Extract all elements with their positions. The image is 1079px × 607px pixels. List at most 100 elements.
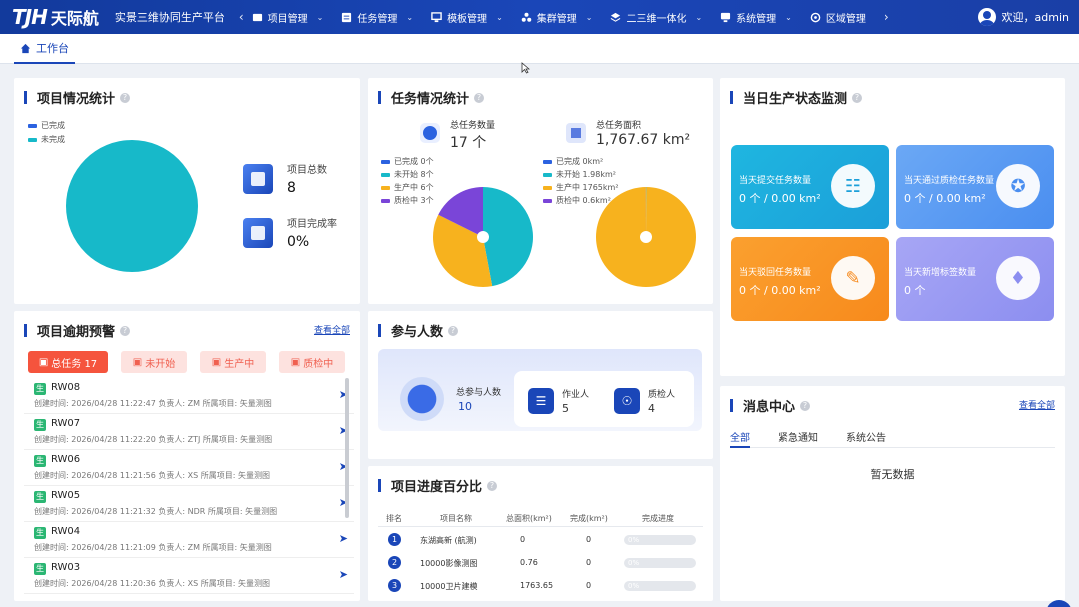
logo-mark: TJH [12, 5, 48, 29]
legend-item: 未开始 1.98km² [543, 169, 616, 180]
cell-total: 0 [520, 535, 526, 544]
monitor-label: 当天驳回任务数量 [739, 268, 812, 278]
list-item[interactable]: 生 RW03 创建时间: 2026/04/28 11:20:36 负责人: XS 所… [24, 558, 354, 594]
monitor-card-rejected[interactable]: 当天驳回任务数量 0 个 / 0.00 km² ✎ [731, 237, 889, 321]
stat-label: 项目总数 [287, 165, 327, 176]
list-scrollbar[interactable] [345, 378, 349, 518]
nav-item-task[interactable]: 任务管理 ⌄ [341, 10, 413, 25]
status-badge: 生 [34, 527, 46, 539]
nav-item-template[interactable]: 模板管理 ⌄ [431, 10, 503, 25]
rocket-icon[interactable]: ➤ [339, 532, 348, 545]
col-total-area: 总面积(km²) [506, 514, 552, 523]
help-icon[interactable]: ? [120, 325, 131, 336]
help-icon[interactable]: ? [474, 92, 485, 103]
qc-label: 质检人 [648, 390, 676, 400]
cluster-icon [521, 12, 532, 22]
help-icon[interactable]: ? [487, 480, 498, 491]
task-name: RW04 [51, 526, 81, 537]
file-icon: ▣ [132, 356, 143, 368]
tab-workbench[interactable]: 工作台 [14, 34, 75, 64]
monitor-label: 当天提交任务数量 [739, 176, 812, 186]
list-item[interactable]: 生 RW07 创建时间: 2026/04/28 11:22:20 负责人: ZTJ … [24, 414, 354, 450]
cell-total: 1763.65 [520, 581, 554, 590]
help-icon[interactable]: ? [448, 325, 459, 336]
task-icon [342, 12, 352, 22]
avatar [977, 8, 996, 26]
overdue-warning-card: 项目逾期预警? 查看全部 ▣ 总任务 17 ▣ 未开始 ▣ 生产中 ▣ 质检中 生 RW0… [14, 311, 360, 601]
filter-in-production-button[interactable]: ▣ 生产中 [200, 351, 266, 373]
message-tab-all[interactable]: 全部 [730, 429, 750, 444]
monitor-card-new-tags[interactable]: 当天新增标签数量 0 个 ♦ [896, 237, 1054, 321]
legend-undone: 未完成 [28, 134, 65, 145]
project-rate-stat: 项目完成率 0% [243, 215, 337, 250]
shield-icon: ☉ [614, 388, 640, 414]
worker-label: 作业人 [562, 390, 590, 400]
filter-not-started-button[interactable]: ▣ 未开始 [121, 351, 187, 373]
qc-stat: ☉ 质检人 4 [614, 387, 675, 415]
chevron-down-icon: ⌄ [585, 12, 593, 22]
list-item[interactable]: 生 RW04 创建时间: 2026/04/28 11:21:09 负责人: ZM 所… [24, 522, 354, 558]
card-title: 项目情况统计? [24, 88, 131, 107]
help-icon[interactable]: ? [852, 92, 863, 103]
project-total-stat: 项目总数 8 [243, 161, 327, 196]
nav-scroll-right-icon[interactable]: › [884, 10, 889, 24]
message-tab-announcement[interactable]: 系统公告 [846, 429, 886, 444]
cell-total: 0.76 [520, 558, 538, 567]
task-count-label: 总任务数量 [450, 121, 496, 131]
monitor-card-submitted[interactable]: 当天提交任务数量 0 个 / 0.00 km² ☷ [731, 145, 889, 229]
help-icon[interactable]: ? [800, 400, 811, 411]
help-icon[interactable]: ? [120, 92, 131, 103]
nav-item-cluster[interactable]: 集群管理 ⌄ [521, 10, 593, 25]
list-item[interactable]: 生 RW06 创建时间: 2026/04/28 11:21:56 负责人: XS 所… [24, 450, 354, 486]
list-item[interactable]: 生 RW08 创建时间: 2026/04/28 11:22:47 负责人: ZM 所… [24, 378, 354, 414]
legend-item: 未开始 8个 [381, 169, 434, 180]
col-done-area: 完成(km²) [570, 514, 608, 523]
nav-label: 系统管理 [736, 13, 777, 25]
project-stats-card: 项目情况统计? 已完成 未完成 项目总数 8 项目完成率 0% [14, 78, 360, 304]
main-nav: 项目管理 ⌄ 任务管理 ⌄ 模板管理 ⌄ 集群管理 ⌄ 二三维一体化 ⌄ 系统管理 ⌄ 区域… [252, 10, 889, 25]
cell-name: 10000影像测图 [420, 559, 478, 568]
pie-chart-icon [420, 123, 440, 143]
user-menu[interactable]: 欢迎，admin [977, 0, 1069, 34]
card-title: 当日生产状态监测? [730, 88, 863, 107]
status-badge: 生 [34, 455, 46, 467]
nav-item-region[interactable]: 区域管理 [810, 10, 866, 25]
tab-indicator [730, 446, 750, 448]
message-center-card: 消息中心? 查看全部 全部 紧急通知 系统公告 暂无数据 [720, 386, 1065, 601]
filter-in-qc-button[interactable]: ▣ 质检中 [279, 351, 345, 373]
legend-item: 已完成 0个 [381, 156, 434, 167]
qc-value: 4 [648, 402, 655, 415]
document-stack-icon [243, 163, 273, 194]
nav-item-system[interactable]: 系统管理 ⌄ [720, 10, 792, 25]
message-tab-urgent[interactable]: 紧急通知 [778, 429, 818, 444]
cell-name: 10000卫片建模 [420, 582, 478, 591]
task-count-value: 17 个 [450, 135, 487, 151]
nav-scroll-left-icon[interactable]: ‹ [239, 10, 244, 24]
view-all-link[interactable]: 查看全部 [1019, 398, 1055, 411]
task-meta: 创建时间: 2026/04/28 11:21:32 负责人: NDR 所属项目:… [34, 507, 278, 516]
clipboard-icon: ☷ [831, 164, 875, 208]
cursor-icon [521, 62, 530, 74]
monitor-card-qc-passed[interactable]: 当天通过质检任务数量 0 个 / 0.00 km² ✪ [896, 145, 1054, 229]
progress-bar: 0% [624, 535, 696, 545]
float-action-button[interactable] [1046, 600, 1072, 607]
list-item[interactable]: 生 RW05 创建时间: 2026/04/28 11:21:32 负责人: NDR … [24, 486, 354, 522]
template-icon [431, 11, 442, 22]
filter-total-button[interactable]: ▣ 总任务 17 [28, 351, 108, 373]
nav-label: 项目管理 [267, 13, 308, 25]
view-all-link[interactable]: 查看全部 [314, 323, 350, 336]
nav-item-project[interactable]: 项目管理 ⌄ [252, 10, 323, 25]
tag-icon: ♦ [996, 256, 1040, 300]
document-stack-icon [243, 217, 273, 248]
nav-item-2d3d[interactable]: 二三维一体化 ⌄ [610, 10, 702, 25]
3d-icon [611, 12, 621, 22]
cell-name: 东湖高新 (航测) [420, 536, 477, 545]
worker-icon: ☰ [528, 388, 554, 414]
rocket-icon[interactable]: ➤ [339, 568, 348, 581]
monitor-value: 0 个 / 0.00 km² [739, 192, 821, 205]
legend-item: 已完成 0km² [543, 156, 603, 167]
nav-label: 任务管理 [357, 13, 398, 25]
task-count-pie-chart [433, 187, 533, 287]
tab-bar: 工作台 [0, 34, 1079, 74]
progress-text: 0% [628, 582, 640, 590]
